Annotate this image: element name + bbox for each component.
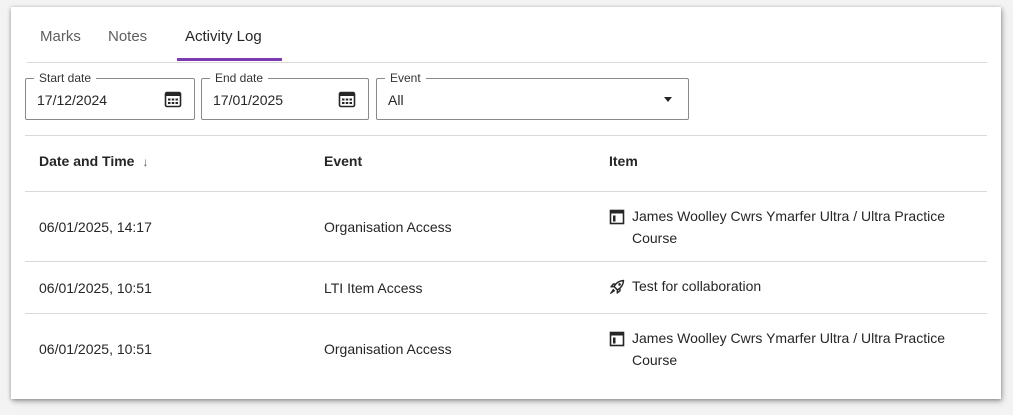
row-event: Organisation Access	[324, 219, 452, 235]
start-date-label: Start date	[34, 71, 97, 85]
row-date-time: 06/01/2025, 10:51	[39, 280, 152, 296]
row-event: LTI Item Access	[324, 280, 423, 296]
end-date-label: End date	[210, 71, 269, 85]
column-header-event: Event	[324, 153, 363, 169]
tab-bar: Marks Notes Activity Log	[27, 7, 987, 63]
column-header-date-time[interactable]: Date and Time ↓	[39, 153, 148, 169]
row-item-link[interactable]: Test for collaboration	[632, 275, 982, 297]
table-row: 06/01/2025, 10:51 LTI Item Access Test f…	[25, 261, 987, 313]
row-date-time: 06/01/2025, 14:17	[39, 219, 152, 235]
calendar-icon[interactable]	[338, 90, 356, 108]
event-select-label: Event	[385, 71, 426, 85]
table-row: 06/01/2025, 10:51 Organisation Access Ja…	[25, 313, 987, 385]
event-select[interactable]: Event All	[376, 71, 689, 120]
active-tab-indicator	[177, 58, 282, 61]
end-date-field[interactable]: End date 17/01/2025	[201, 71, 369, 120]
row-event: Organisation Access	[324, 341, 452, 357]
start-date-field[interactable]: Start date 17/12/2024	[25, 71, 195, 120]
table-header-row: Date and Time ↓ Event Item	[25, 135, 987, 191]
end-date-value: 17/01/2025	[213, 92, 284, 108]
activity-log-panel: Marks Notes Activity Log Start date 17/1…	[11, 7, 1001, 399]
rocket-icon	[610, 279, 625, 294]
column-header-item: Item	[609, 153, 638, 169]
chevron-down-icon	[664, 97, 672, 102]
course-icon	[609, 209, 625, 225]
tab-marks[interactable]: Marks	[40, 28, 81, 45]
row-date-time: 06/01/2025, 10:51	[39, 341, 152, 357]
calendar-icon[interactable]	[164, 90, 182, 108]
table-row: 06/01/2025, 14:17 Organisation Access Ja…	[25, 191, 987, 261]
start-date-value: 17/12/2024	[37, 92, 108, 108]
row-item-link[interactable]: James Woolley Cwrs Ymarfer Ultra / Ultra…	[632, 205, 982, 249]
course-icon	[609, 331, 625, 347]
row-item-link[interactable]: James Woolley Cwrs Ymarfer Ultra / Ultra…	[632, 327, 982, 371]
sort-descending-icon: ↓	[142, 155, 149, 169]
tab-notes[interactable]: Notes	[108, 28, 147, 45]
tab-activity-log[interactable]: Activity Log	[185, 28, 262, 45]
event-select-value: All	[388, 92, 404, 108]
activity-table: Date and Time ↓ Event Item 06/01/2025, 14…	[25, 135, 987, 385]
column-header-date-time-label: Date and Time	[39, 153, 135, 169]
